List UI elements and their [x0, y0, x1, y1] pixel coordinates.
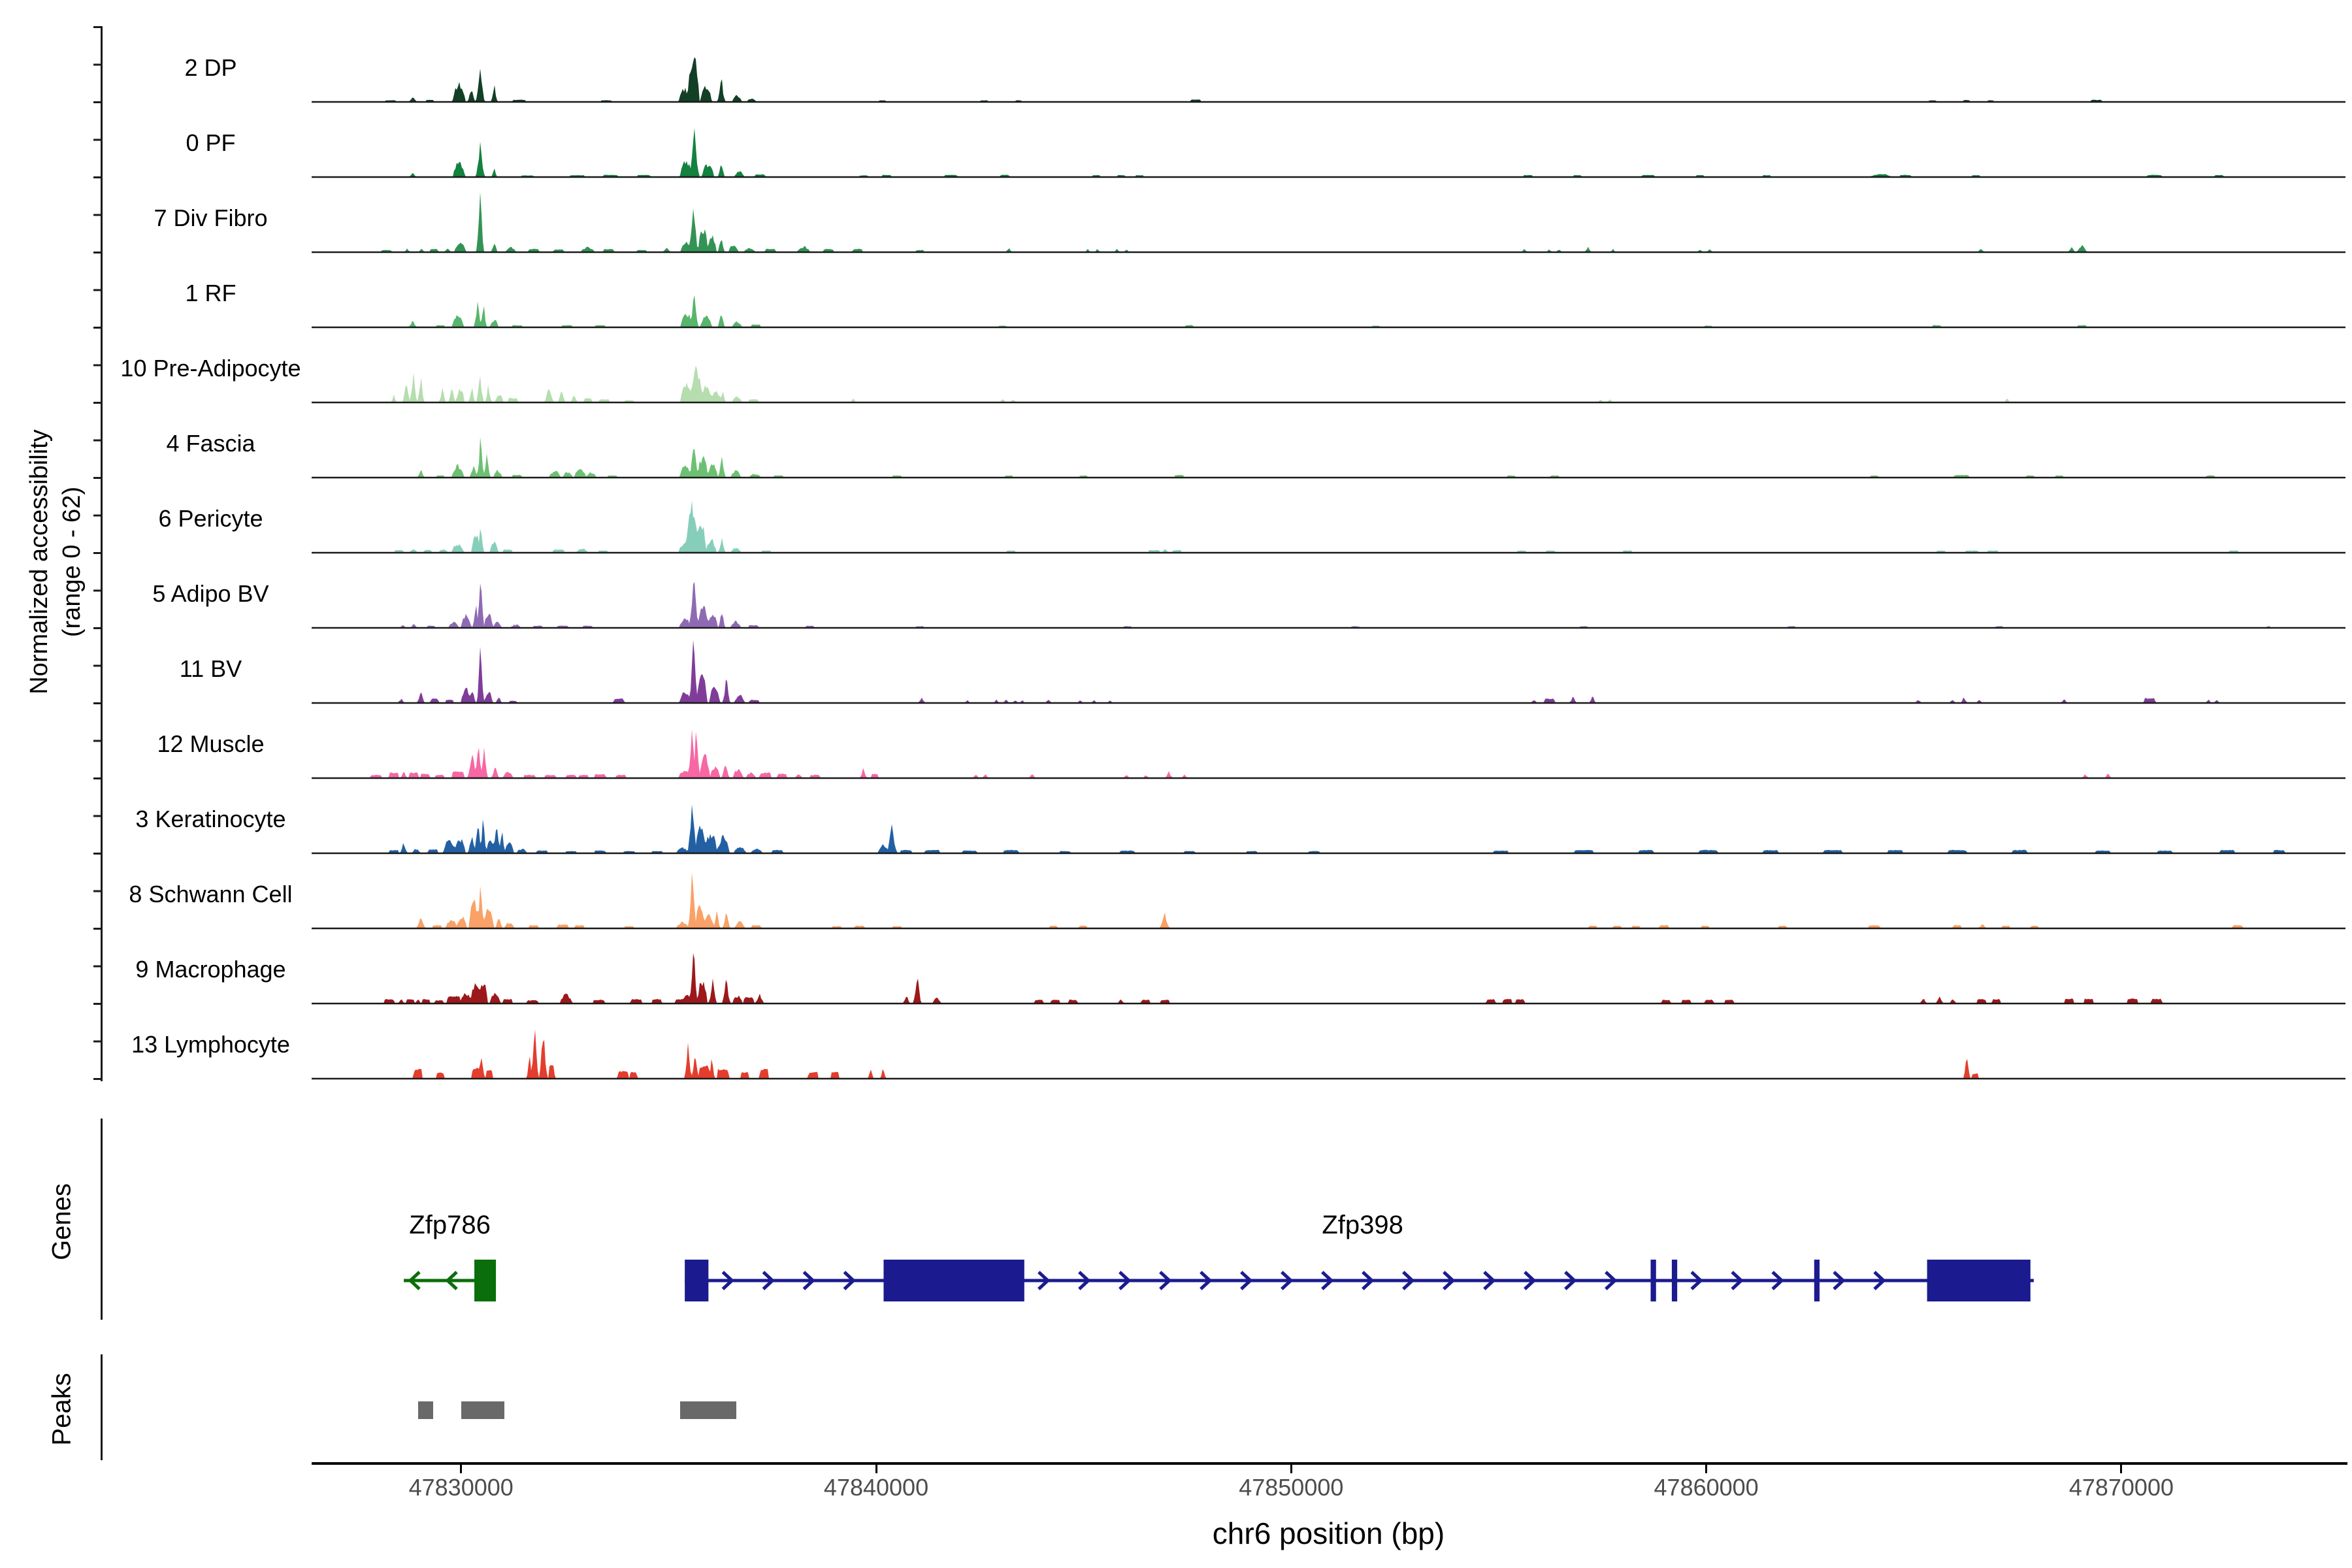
x-axis-title: chr6 position (bp) — [312, 1516, 2345, 1551]
peak-interval-box — [461, 1401, 504, 1419]
y-axis-label-line1: Normalized accessibility — [23, 429, 56, 694]
genes-bracket-line — [101, 1119, 103, 1320]
x-tick-label: 47870000 — [2043, 1474, 2200, 1501]
track-label: 3 Keratinocyte — [118, 804, 304, 835]
track-label: 8 Schwann Cell — [118, 879, 304, 910]
y-axis-label-line2: (range 0 - 62) — [56, 429, 88, 694]
coverage-area — [312, 640, 2346, 704]
track-coverage-svg — [312, 253, 2345, 329]
track-coverage-svg — [312, 329, 2345, 404]
peak-interval-box — [418, 1401, 433, 1419]
x-tick-label: 47840000 — [798, 1474, 955, 1501]
x-tick-label: 47850000 — [1213, 1474, 1369, 1501]
coverage-area — [312, 582, 2346, 628]
peak-interval-box — [680, 1401, 736, 1419]
track-label: 13 Lymphocyte — [118, 1029, 304, 1060]
track-label: 12 Muscle — [118, 728, 304, 760]
gene-label: Zfp398 — [1232, 1210, 1494, 1240]
coverage-area — [312, 730, 2346, 778]
track-label: 9 Macrophage — [118, 954, 304, 985]
tracks-axis-line — [101, 26, 103, 1081]
track-coverage-svg — [312, 704, 2345, 779]
x-tick — [460, 1465, 462, 1473]
x-tick-label: 47860000 — [1628, 1474, 1785, 1501]
track-label: 11 BV — [118, 653, 304, 685]
x-tick-label: 47830000 — [383, 1474, 540, 1501]
coverage-area — [312, 953, 2346, 1004]
track-coverage-svg — [312, 629, 2345, 704]
track-coverage-svg — [312, 1005, 2345, 1080]
track-label: 2 DP — [118, 52, 304, 84]
track-label: 1 RF — [118, 278, 304, 309]
track-label: 5 Adipo BV — [118, 578, 304, 610]
track-coverage-svg — [312, 28, 2345, 103]
coverage-area — [312, 805, 2346, 854]
track-label: 10 Pre-Adipocyte — [118, 353, 304, 384]
coverage-area — [312, 192, 2346, 252]
coverage-area — [312, 1030, 2346, 1079]
x-tick — [875, 1465, 877, 1473]
x-tick — [1705, 1465, 1707, 1473]
track-label: 0 PF — [118, 127, 304, 159]
track-coverage-svg — [312, 855, 2345, 930]
coverage-area — [312, 57, 2346, 102]
gene-model — [404, 1260, 496, 1301]
track-coverage-svg — [312, 103, 2345, 178]
coverage-area — [312, 366, 2346, 403]
track-coverage-svg — [312, 779, 2345, 855]
coverage-area — [312, 295, 2346, 327]
coverage-plot-figure: Normalized accessibility (range 0 - 62) … — [0, 0, 2352, 1568]
peaks-section-label: Peaks — [48, 1373, 77, 1445]
track-label: 6 Pericyte — [118, 503, 304, 534]
track-coverage-svg — [312, 930, 2345, 1005]
track-coverage-svg — [312, 404, 2345, 479]
x-axis-line — [312, 1462, 2347, 1465]
track-label: 4 Fascia — [118, 428, 304, 459]
gene-label: Zfp786 — [319, 1210, 581, 1240]
track-coverage-svg — [312, 554, 2345, 629]
coverage-area — [312, 128, 2346, 177]
track-coverage-svg — [312, 479, 2345, 554]
track-coverage-svg — [312, 178, 2345, 253]
genes-section-label: Genes — [48, 1183, 77, 1260]
coverage-area — [312, 500, 2346, 553]
peaks-bracket-line — [101, 1354, 103, 1460]
track-label: 7 Div Fibro — [118, 203, 304, 234]
tracks-axis-ticks — [93, 26, 101, 1081]
x-tick — [2120, 1465, 2122, 1473]
coverage-area — [312, 437, 2346, 478]
x-tick — [1290, 1465, 1292, 1473]
y-axis-label: Normalized accessibility (range 0 - 62) — [23, 429, 88, 694]
coverage-area — [312, 872, 2346, 928]
gene-model — [685, 1260, 2034, 1301]
